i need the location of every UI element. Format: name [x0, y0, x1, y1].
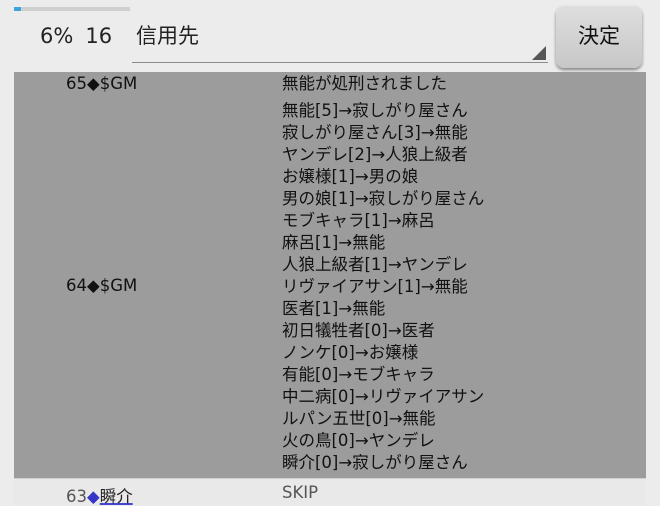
speaker-name: $GM [99, 276, 138, 295]
message-line: 瞬介[0]→寂しがり屋さん [282, 453, 468, 472]
message-line: SKIP [282, 483, 319, 502]
diamond-icon: ◆ [87, 276, 100, 295]
status-readout: 6% 16 [40, 24, 112, 48]
log-speaker: 65◆$GM [66, 74, 276, 93]
player-count: 16 [85, 24, 113, 48]
message-line: お嬢様[1]→男の娘 [282, 167, 419, 186]
log-entry: 65◆$GM 無能が処刑されました [14, 72, 646, 96]
top-bar: 6% 16 信用先 決定 [0, 0, 660, 72]
log-speaker: 64◆$GM [66, 276, 276, 295]
log-message: 無能[5]→寂しがり屋さん 寂しがり屋さん[3]→無能 ヤンデレ[2]→人狼上級… [282, 100, 642, 474]
message-line: 無能[5]→寂しがり屋さん [282, 101, 468, 120]
log-day: 63 [66, 487, 87, 506]
log-message: SKIP [282, 482, 642, 504]
progress-percent: 6% [40, 24, 74, 48]
message-line: リヴァイアサン[1]→無能 [282, 277, 468, 296]
message-line: ルパン五世[0]→無能 [282, 409, 436, 428]
log-day: 65 [66, 74, 87, 93]
message-line: 寂しがり屋さん[3]→無能 [282, 123, 468, 142]
diamond-icon: ◆ [87, 74, 100, 93]
log-message: 無能が処刑されました [282, 73, 642, 95]
progress-bar [14, 7, 130, 11]
message-line: ヤンデレ[2]→人狼上級者 [282, 145, 468, 164]
message-line: 麻呂[1]→無能 [282, 233, 386, 252]
message-line: 医者[1]→無能 [282, 299, 386, 318]
message-line: 有能[0]→モブキャラ [282, 365, 435, 384]
decide-button[interactable]: 決定 [556, 6, 642, 68]
message-line: 無能が処刑されました [282, 74, 447, 93]
target-select[interactable]: 信用先 [132, 14, 548, 63]
log-entry: 64◆$GM 無能[5]→寂しがり屋さん 寂しがり屋さん[3]→無能 ヤンデレ[… [14, 96, 646, 478]
progress-bar-fill [14, 7, 21, 11]
message-line: 火の鳥[0]→ヤンデレ [282, 431, 435, 450]
message-line: 中二病[0]→リヴァイアサン [282, 387, 485, 406]
chat-log[interactable]: 65◆$GM 無能が処刑されました 64◆$GM 無能[5]→寂しがり屋さん 寂… [14, 72, 646, 506]
speaker-name-link[interactable]: 瞬介 [100, 487, 133, 506]
log-entry: 63◆瞬介 SKIP [14, 478, 646, 506]
message-line: 人狼上級者[1]→ヤンデレ [282, 255, 468, 274]
log-day: 64 [66, 276, 87, 295]
target-select-value: 信用先 [136, 24, 199, 48]
speaker-name: $GM [99, 74, 138, 93]
message-line: 男の娘[1]→寂しがり屋さん [282, 189, 485, 208]
log-speaker: 63◆瞬介 [66, 483, 276, 506]
dropdown-arrow-icon [532, 46, 546, 60]
message-line: モブキャラ[1]→麻呂 [282, 211, 435, 230]
message-line: ノンケ[0]→お嬢様 [282, 343, 419, 362]
diamond-icon: ◆ [87, 487, 100, 506]
message-line: 初日犠牲者[0]→医者 [282, 321, 435, 340]
